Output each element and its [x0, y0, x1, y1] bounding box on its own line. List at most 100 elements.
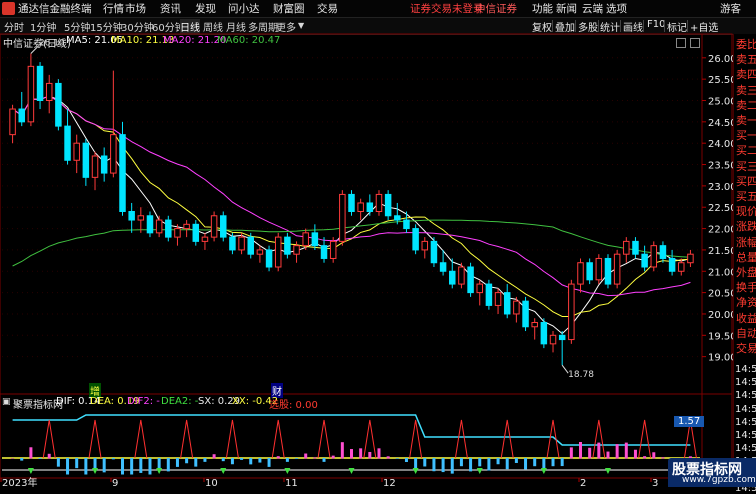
- side-label[interactable]: 总量: [736, 249, 756, 265]
- side-label[interactable]: 买二: [736, 142, 756, 158]
- candle-body: [64, 125, 71, 161]
- histogram-bar: [322, 458, 326, 462]
- side-time: 14:50: [735, 430, 756, 441]
- side-label[interactable]: 换手: [736, 279, 756, 295]
- candle-body: [256, 249, 264, 255]
- low-price-label: 18.78: [568, 370, 594, 380]
- buy-arrow-icon: [348, 468, 355, 474]
- spike-mark: [225, 419, 239, 459]
- histogram-bar: [597, 442, 601, 459]
- histogram-bar: [624, 442, 628, 459]
- candle-body: [238, 236, 245, 251]
- candle-body: [36, 65, 44, 101]
- side-label[interactable]: 买五: [736, 188, 756, 204]
- candle-body: [201, 236, 209, 242]
- histogram-bar: [139, 458, 143, 473]
- candle-body: [229, 236, 236, 251]
- spike-mark: [500, 419, 514, 459]
- side-label[interactable]: 外盘: [736, 264, 756, 280]
- side-label[interactable]: 卖五: [736, 51, 756, 67]
- side-label[interactable]: 涨幅: [736, 234, 756, 250]
- candle-body: [137, 215, 145, 221]
- x-tick-label: 2: [580, 478, 586, 487]
- candle-body: [503, 292, 511, 315]
- histogram-bar: [423, 458, 427, 467]
- histogram-bar: [194, 458, 198, 467]
- candle-body: [274, 236, 282, 268]
- candle-body: [384, 193, 392, 217]
- x-tick-label: 10: [205, 478, 218, 487]
- histogram-bar: [295, 458, 299, 459]
- candle-body: [91, 155, 99, 178]
- side-time: 14:50: [735, 377, 756, 389]
- candle-body: [513, 300, 520, 315]
- histogram-bar: [551, 458, 555, 467]
- histogram-bar: [130, 458, 134, 475]
- candle-body: [485, 283, 493, 306]
- side-label[interactable]: 买四: [736, 173, 756, 189]
- side-label[interactable]: 委比: [736, 36, 756, 52]
- candle-body: [55, 82, 62, 127]
- signal-label: 选股: 0.00: [269, 400, 318, 411]
- candle-body: [668, 257, 676, 272]
- histogram-bar: [505, 458, 509, 470]
- buy-arrow-icon: [156, 468, 163, 474]
- side-label[interactable]: 卖四: [736, 66, 756, 82]
- side-label[interactable]: 买三: [736, 158, 756, 174]
- side-label[interactable]: 净资: [736, 294, 756, 310]
- side-label[interactable]: 涨跌: [736, 218, 756, 234]
- side-label[interactable]: 交易: [736, 340, 756, 356]
- buy-arrow-icon: [284, 468, 291, 474]
- side-label[interactable]: 卖一: [736, 112, 756, 128]
- histogram-bar: [258, 458, 262, 463]
- candle-body: [110, 134, 117, 174]
- candle-body: [348, 193, 355, 213]
- side-label[interactable]: 自动: [736, 325, 756, 341]
- side-label[interactable]: 现价: [736, 203, 756, 219]
- histogram-bar: [524, 458, 528, 470]
- candle-body: [220, 215, 227, 238]
- y-tick-label: 24.00: [708, 139, 733, 150]
- candle-body: [146, 215, 154, 234]
- kline-chart[interactable]: 26.00 25.50 25.00 24.50 24.00 23.50 23.00 22.50…: [0, 0, 733, 487]
- histogram-bar: [386, 456, 390, 459]
- histogram-bar: [304, 453, 308, 459]
- histogram-bar: [643, 456, 647, 459]
- buy-arrow-icon: [412, 468, 419, 474]
- y-tick-label: 21.00: [708, 267, 733, 278]
- candle-body: [119, 134, 126, 212]
- candle-body: [366, 202, 374, 212]
- candle-body: [375, 193, 383, 213]
- candle-body: [183, 223, 190, 230]
- side-label[interactable]: 买一: [736, 127, 756, 143]
- candle-body: [73, 142, 80, 161]
- histogram-bar: [285, 458, 289, 462]
- y-tick-label: 25.00: [708, 97, 733, 108]
- side-label[interactable]: 卖三: [736, 82, 756, 98]
- side-label[interactable]: 卖二: [736, 97, 756, 113]
- histogram-bar: [579, 442, 582, 459]
- histogram-bar: [29, 447, 33, 459]
- y-tick-label: 20.00: [708, 310, 733, 321]
- side-time: 14:50: [735, 390, 756, 402]
- candle-body: [357, 202, 364, 212]
- side-label[interactable]: 收益: [736, 310, 756, 326]
- indicator-expand-icon[interactable]: ▣: [2, 397, 11, 407]
- candle-body: [82, 142, 90, 178]
- ma60-line: [12, 219, 691, 267]
- histogram-bar: [166, 458, 170, 472]
- histogram-bar: [414, 458, 418, 470]
- spike-mark: [546, 419, 560, 459]
- candle-body: [595, 257, 603, 281]
- candle-body: [27, 65, 35, 123]
- candle-body: [265, 249, 273, 268]
- candle-body: [421, 240, 429, 251]
- y-tick-label: 19.50: [708, 331, 733, 342]
- candle-body: [586, 262, 593, 281]
- indicator-value-tag: 1.57: [674, 416, 705, 427]
- candle-body: [311, 232, 319, 247]
- histogram-bar: [66, 458, 70, 475]
- candle-body: [174, 228, 181, 238]
- candle-body: [412, 228, 419, 251]
- candle-body: [403, 219, 410, 230]
